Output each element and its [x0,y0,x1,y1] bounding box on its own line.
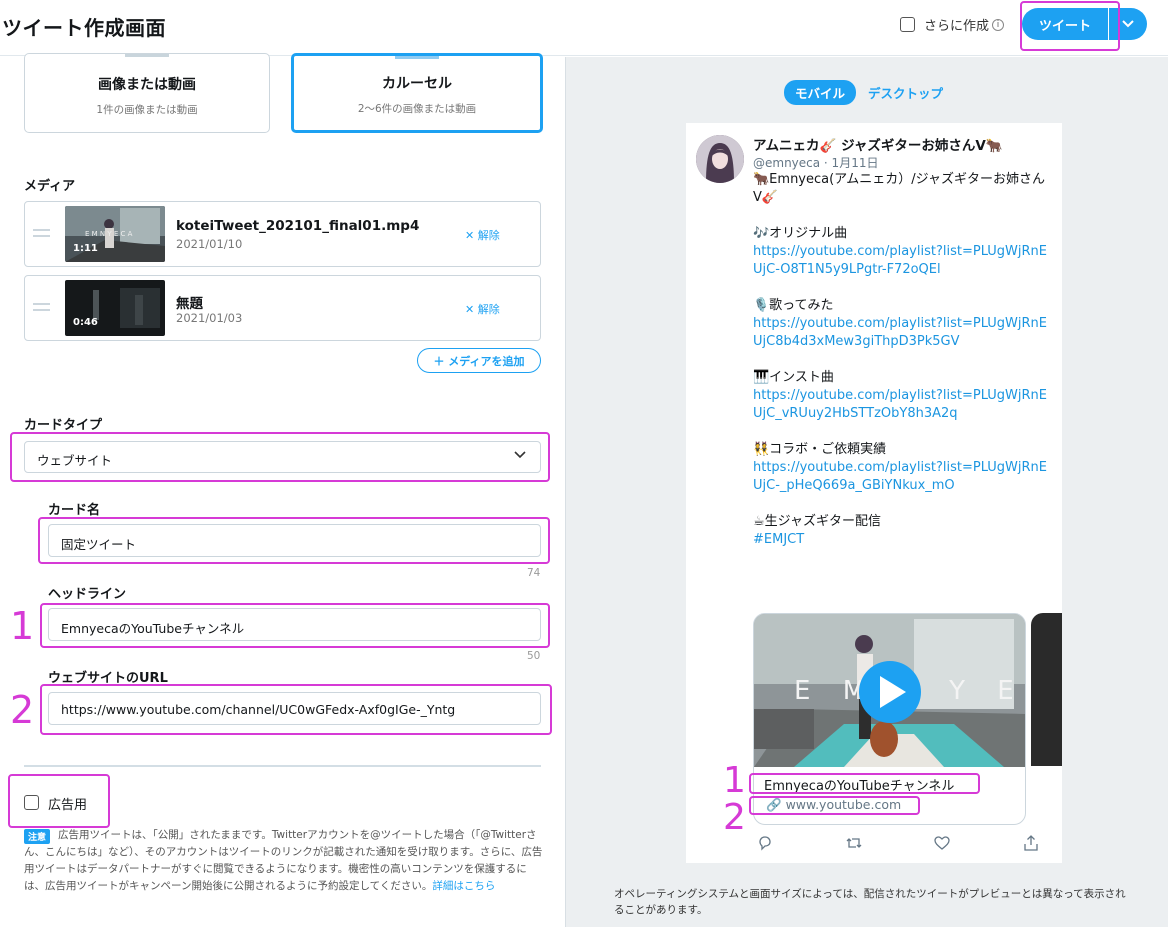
header: ツイート作成画面 さらに作成 i ツイート [0,0,1168,56]
close-icon: ✕ [465,229,475,242]
annotation-number-1: 1 [10,604,35,648]
type-card-image-video[interactable]: 画像または動画 1件の画像または動画 [24,53,270,133]
tweet-section: 🎙️歌ってみた https://youtube.com/playlist?lis… [753,297,1053,351]
chevron-down-icon [514,451,526,459]
hashtag-link[interactable]: #EMJCT [753,531,1053,549]
card-title: EmnyecaのYouTubeチャンネル [764,779,955,794]
drag-handle-icon[interactable] [33,303,50,311]
video-thumbnail: 0:46 [65,280,165,336]
image-placeholder-icon [125,54,169,57]
remove-media-button[interactable]: ✕ 解除 [465,227,500,243]
learn-more-link[interactable]: 詳細はこちら [432,880,495,892]
tweet-intro: 🐂Emnyeca(アムニェカ）/ジャズギターお姉さんV🎸 [753,172,1046,205]
section-link[interactable]: https://youtube.com/playlist?list=PLUgWj… [753,459,1053,495]
tab-mobile[interactable]: モバイル [784,80,857,105]
info-icon[interactable]: i [992,18,1005,31]
tweet-button[interactable]: ツイート [1022,8,1108,40]
type-card-title: 画像または動画 [98,77,196,93]
avatar [696,135,744,183]
video-duration: 1:11 [73,243,98,254]
headline-input[interactable]: EmnyecaのYouTubeチャンネル [48,608,541,641]
notice-badge: 注意 [24,829,51,844]
tweet-section: ☕生ジャズギター配信 #EMJCT [753,513,1053,549]
tweet-actions [753,835,1043,851]
close-icon: ✕ [465,303,475,316]
user-handle: @emnyeca · 1月11日 [753,156,879,170]
section-link[interactable]: https://youtube.com/playlist?list=PLUgWj… [753,315,1053,351]
chevron-down-icon [1122,20,1134,28]
media-item: E M N Y E C A 1:11 koteiTweet_202101_fin… [24,201,541,267]
card-domain: 🔗 www.youtube.com [766,797,901,813]
section-link[interactable]: https://youtube.com/playlist?list=PLUgWj… [753,243,1053,279]
website-url-input[interactable]: https://www.youtube.com/channel/UC0wGFed… [48,692,541,725]
card-name-label: カード名 [48,503,101,518]
ad-label: 広告用 [48,798,88,813]
ad-checkbox[interactable] [24,795,39,810]
also-create-checkbox[interactable] [900,17,915,32]
media-date: 2021/01/10 [176,237,243,251]
tweet-section: 🎶オリジナル曲 https://youtube.com/playlist?lis… [753,225,1053,279]
next-carousel-card[interactable] [1031,613,1062,766]
tab-desktop[interactable]: デスクトップ [864,80,947,105]
headline-label: ヘッドライン [48,587,127,602]
svg-text:E M N Y E C A: E M N Y E C A [85,230,133,238]
drag-handle-icon[interactable] [33,229,50,237]
card-type-label: カードタイプ [24,418,103,433]
type-card-subtitle: 1件の画像または動画 [96,104,198,116]
annotation-number-2: 2 [723,797,746,838]
card-type-value: ウェブサイト [37,453,113,468]
tweet-options-dropdown[interactable] [1109,8,1147,40]
remove-media-button[interactable]: ✕ 解除 [465,301,500,317]
add-media-button[interactable]: ＋ メディアを追加 [417,348,541,373]
card-name-input[interactable]: 固定ツイート [48,524,541,557]
composer-panel: 画像または動画 1件の画像または動画 カルーセル 2〜6件の画像または動画 メデ… [0,53,565,927]
video-thumbnail: E M N Y E C A 1:11 [65,206,165,262]
section-heading: 🎹インスト曲 [753,370,834,385]
section-link[interactable]: https://youtube.com/playlist?list=PLUgWj… [753,387,1053,423]
remove-label: 解除 [477,303,500,316]
link-icon: 🔗 [766,797,782,812]
media-filename: koteiTweet_202101_final01.mp4 [176,218,420,234]
section-heading: 🎙️歌ってみた [753,298,834,313]
website-url-label: ウェブサイトのURL [48,671,168,686]
reply-icon[interactable] [757,835,773,851]
annotation-number-1: 1 [723,760,746,801]
card-image: E M N Y E C A [754,614,1025,767]
tweet-text: 🐂Emnyeca(アムニェカ）/ジャズギターお姉さんV🎸 🎶オリジナル曲 htt… [753,171,1053,567]
section-heading: 👯コラボ・ご依頼実績 [753,442,887,457]
carousel-icon [395,56,439,59]
type-card-carousel[interactable]: カルーセル 2〜6件の画像または動画 [291,53,543,133]
ad-notice: 広告用ツイートは、「公開」されたままです。Twitterアカウントを@ツイートし… [24,827,546,895]
media-filename: 無題 [176,296,203,312]
media-label: メディア [24,179,76,194]
also-create-option[interactable]: さらに作成 i [900,15,1005,34]
card-domain-text: www.youtube.com [785,797,902,812]
user-name: アムニェカ🎸 ジャズギターお姉さんV🐂 [753,138,1003,154]
type-card-title: カルーセル [382,76,452,92]
annotation-number-2: 2 [10,688,35,732]
type-card-subtitle: 2〜6件の画像または動画 [357,103,477,115]
media-date: 2021/01/03 [176,311,243,325]
tweet-preview: アムニェカ🎸 ジャズギターお姉さんV🐂 @emnyeca · 1月11日 🐂Em… [686,123,1062,863]
section-heading: ☕生ジャズギター配信 [753,514,882,529]
headline-counter: 50 [527,650,541,662]
preview-panel: モバイル デスクトップ アムニェカ🎸 ジャズギターお姉さんV🐂 @emnyeca… [565,57,1168,927]
retweet-icon[interactable] [846,835,862,851]
divider [24,765,541,767]
page-title: ツイート作成画面 [2,16,166,40]
media-item: 0:46 無題 2021/01/03 ✕ 解除 [24,275,541,341]
preview-toggle: モバイル デスクトップ [784,80,947,105]
section-heading: 🎶オリジナル曲 [753,226,848,241]
remove-label: 解除 [477,229,500,242]
card-type-select[interactable]: ウェブサイト [24,441,541,473]
website-card[interactable]: E M N Y E C A EmnyecaのYouTubeチャンネル 🔗 www… [753,613,1026,825]
tweet-section: 👯コラボ・ご依頼実績 https://youtube.com/playlist?… [753,441,1053,495]
also-create-label: さらに作成 [924,19,990,34]
like-icon[interactable] [934,835,950,851]
video-duration: 0:46 [73,317,98,328]
preview-footnote: オペレーティングシステムと画面サイズによっては、配信されたツイートがプレビューと… [614,888,1126,916]
tweet-section: 🎹インスト曲 https://youtube.com/playlist?list… [753,369,1053,423]
card-name-counter: 74 [527,567,541,579]
share-icon[interactable] [1023,835,1039,851]
